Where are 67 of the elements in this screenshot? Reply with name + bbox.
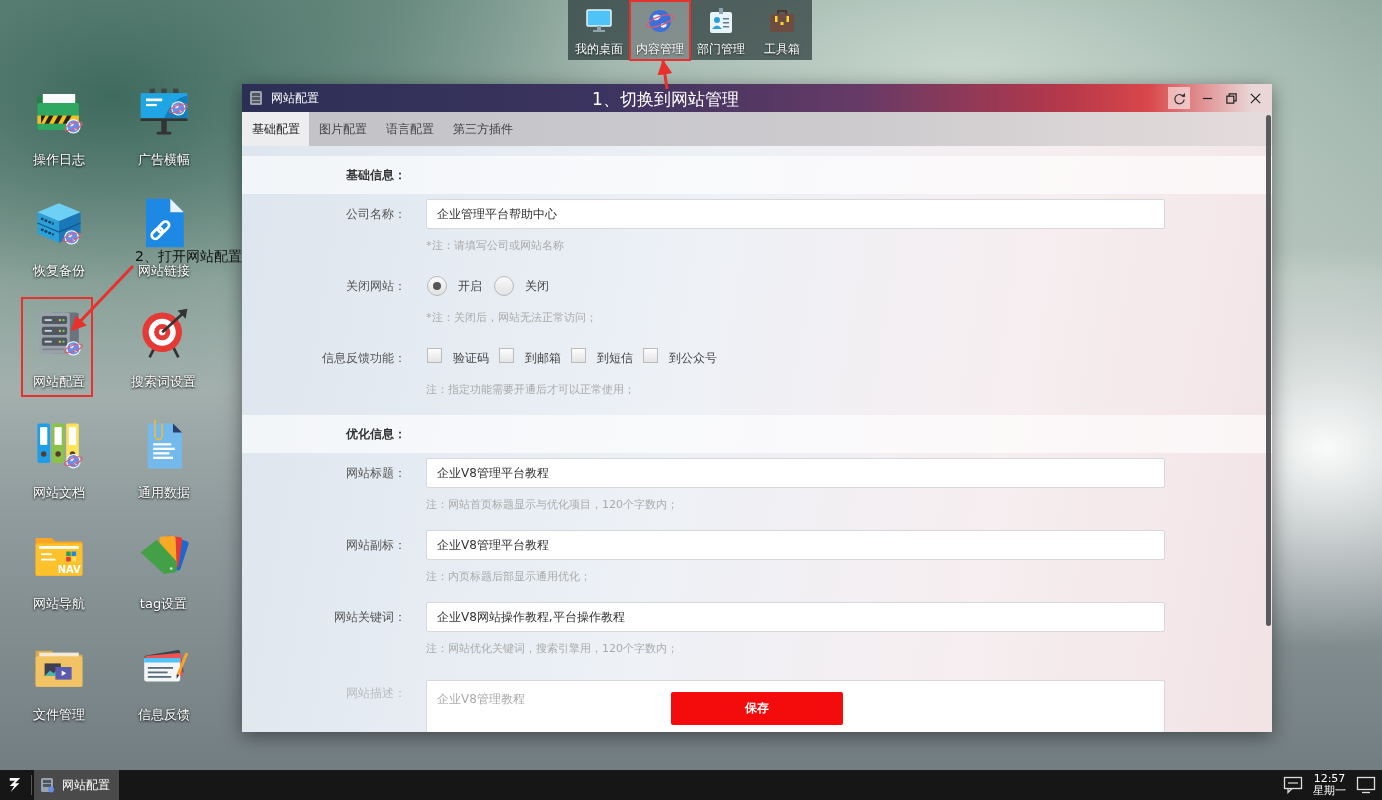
icon-label[interactable]: 信息反馈 bbox=[137, 707, 190, 723]
annotation-text: 1、切换到网站管理 bbox=[592, 88, 739, 110]
text-field[interactable]: 企业V8管理平台教程 bbox=[426, 458, 1165, 488]
refresh-button[interactable] bbox=[1168, 87, 1190, 109]
field-label: 网站副标： bbox=[345, 536, 406, 554]
icon-label[interactable]: 网站文档 bbox=[32, 485, 85, 501]
save-button[interactable]: 保存 bbox=[671, 692, 843, 725]
dock-tab[interactable]: 工具箱 bbox=[751, 0, 812, 60]
tab[interactable]: 第三方插件 bbox=[443, 112, 522, 146]
text-field[interactable]: 企业V8管理平台教程 bbox=[426, 530, 1165, 560]
text-field[interactable]: 企业管理平台帮助中心 bbox=[426, 199, 1165, 229]
option-label: 到邮箱 bbox=[525, 349, 561, 367]
section-title: 优化信息： bbox=[344, 425, 406, 443]
icon-label[interactable]: 文件管理 bbox=[32, 707, 85, 723]
annotation-arrow bbox=[70, 264, 135, 332]
checkbox[interactable] bbox=[643, 347, 658, 363]
server-icon bbox=[39, 777, 55, 793]
field-label: 关闭网站： bbox=[345, 277, 406, 295]
field-label: 网站关键词： bbox=[333, 608, 406, 626]
hint-text: 注：网站优化关键词，搜索引擎用，120个字数内； bbox=[426, 642, 678, 655]
option-label: 验证码 bbox=[453, 349, 489, 367]
hint-text: *注：请填写公司或网站名称 bbox=[426, 239, 564, 252]
option-label: 到公众号 bbox=[669, 349, 717, 367]
icon-label[interactable]: 网站导航 bbox=[32, 596, 85, 612]
icon-text: NAV bbox=[57, 564, 81, 576]
icon-label[interactable]: tag设置 bbox=[139, 596, 188, 612]
field-label: 信息反馈功能： bbox=[321, 349, 406, 367]
icon-label[interactable]: 操作日志 bbox=[32, 152, 85, 168]
field-label: 网站标题： bbox=[345, 464, 406, 482]
highlight-box bbox=[629, 0, 691, 61]
taskbar-item[interactable]: 网站配置 bbox=[34, 770, 119, 800]
text-field[interactable]: 企业V8网站操作教程,平台操作教程 bbox=[426, 602, 1165, 632]
annotation-text: 2、打开网站配置 bbox=[135, 250, 242, 263]
option-label: 到短信 bbox=[597, 349, 633, 367]
option-label: 关闭 bbox=[525, 277, 549, 295]
radio-button[interactable] bbox=[427, 276, 447, 296]
tab[interactable]: 基础配置 bbox=[242, 112, 309, 146]
section-title: 基础信息： bbox=[345, 166, 406, 184]
field-label: 公司名称： bbox=[345, 205, 406, 223]
restore-icon bbox=[1224, 91, 1238, 105]
dock-tab[interactable]: 部门管理 bbox=[690, 0, 751, 60]
checkbox[interactable] bbox=[427, 347, 442, 363]
dock-tab[interactable]: 我的桌面 bbox=[568, 0, 629, 60]
start-logo-icon bbox=[8, 776, 22, 794]
icon-label[interactable]: 通用数据 bbox=[137, 485, 190, 501]
clock-day: 星期一 bbox=[1313, 785, 1346, 797]
checkbox[interactable] bbox=[571, 347, 586, 363]
clock-time: 12:57 bbox=[1313, 773, 1346, 785]
window-title: 网站配置 bbox=[271, 89, 319, 107]
icon-label[interactable]: 网站链接 bbox=[137, 263, 190, 279]
checkbox[interactable] bbox=[499, 347, 514, 363]
option-label: 开启 bbox=[458, 277, 482, 295]
annotation-arrow bbox=[657, 59, 673, 90]
hint-text: 注：网站首页标题显示与优化项目，120个字数内； bbox=[426, 498, 678, 511]
hint-text: 注：内页标题后部显示通用优化； bbox=[426, 570, 591, 583]
message-icon[interactable] bbox=[1283, 776, 1303, 794]
dock-tab[interactable]: 内容管理 bbox=[629, 0, 690, 60]
refresh-icon bbox=[1172, 91, 1186, 105]
show-desktop-icon[interactable] bbox=[1356, 776, 1376, 794]
close-icon bbox=[1248, 91, 1262, 105]
radio-button[interactable] bbox=[494, 276, 514, 296]
scrollbar-thumb[interactable] bbox=[1266, 115, 1271, 626]
icon-label[interactable]: 广告横幅 bbox=[137, 152, 190, 168]
tab[interactable]: 图片配置 bbox=[309, 112, 376, 146]
tab[interactable]: 语言配置 bbox=[376, 112, 443, 146]
icon-label[interactable]: 恢复备份 bbox=[32, 263, 85, 279]
server-icon bbox=[248, 90, 264, 106]
